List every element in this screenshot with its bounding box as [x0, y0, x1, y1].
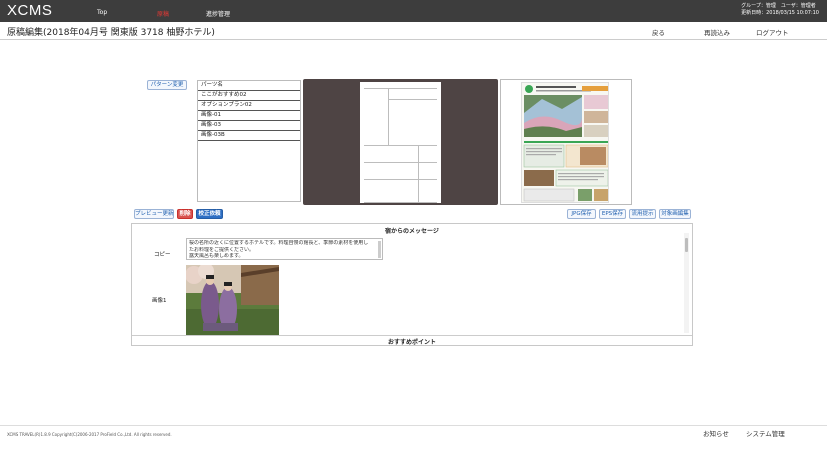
page-title: 原稿編集(2018年04月号 関東版 3718 柚野ホテル) — [7, 28, 215, 38]
target-edit-button[interactable]: 対象画編集 — [659, 209, 691, 219]
proofread-request-button[interactable]: 校正依頼 — [196, 209, 223, 219]
update-preview-button[interactable]: プレビュー更新 — [134, 209, 174, 219]
layout-divider — [364, 145, 437, 146]
logout-link[interactable]: ログアウト — [756, 27, 789, 37]
layout-divider — [388, 99, 437, 100]
layout-sheet[interactable] — [360, 82, 441, 203]
nav-top[interactable]: Top — [97, 9, 107, 16]
reload-link[interactable]: 再読込み — [704, 27, 730, 37]
back-link[interactable]: 戻る — [652, 27, 665, 37]
layout-divider — [364, 162, 437, 163]
pattern-change-button[interactable]: パターン変更 — [147, 80, 187, 90]
copy-text-line: 桜の名所の近くに位置するホテルです。料理自慢の館長と、季節の素材を使用し — [189, 240, 369, 246]
section-title: 宿からのメッセージ — [385, 228, 439, 235]
page-thumbnail-graphic — [522, 83, 608, 202]
copyright-text: XCMS TRAVEL(R)1.8.9 Copyright(C)2006-201… — [7, 432, 172, 437]
parts-item[interactable]: オプションプラン02 — [198, 101, 300, 111]
section-divider — [132, 335, 692, 336]
parts-list: パーツ名 ここがおすすめ02 オプションプラン02 画像-01 画像-03 画像… — [197, 80, 301, 202]
system-admin-link[interactable]: システム管理 — [746, 428, 785, 438]
delete-button[interactable]: 削除 — [177, 209, 193, 219]
page-thumbnail[interactable] — [521, 82, 609, 203]
layout-divider — [364, 88, 437, 89]
layout-divider — [418, 146, 419, 202]
nav-genko[interactable]: 原稿 — [157, 9, 169, 18]
updated-at-line: 更新日時：2018/03/15 10:07:10 — [741, 10, 819, 16]
layout-divider — [388, 89, 389, 145]
nav-shinchoku[interactable]: 進捗管理 — [206, 9, 230, 18]
image-label: 画像1 — [152, 298, 167, 304]
panel-scrollbar-thumb[interactable] — [685, 238, 688, 252]
save-jpg-button[interactable]: JPG保存 — [567, 209, 596, 219]
top-bar: XCMS Top 原稿 進捗管理 グループ：管理 ユーザ：管理者 更新日時：20… — [0, 0, 827, 22]
copy-textarea[interactable]: 桜の名所の近くに位置するホテルです。料理自慢の館長と、季節の素材を使用し たお料… — [186, 238, 383, 260]
notice-link[interactable]: お知らせ — [703, 428, 729, 438]
reuse-button[interactable]: 流用提示 — [629, 209, 656, 219]
photo-graphic — [186, 265, 279, 335]
copy-label: コピー — [154, 252, 171, 258]
copy-scrollbar[interactable] — [378, 241, 381, 258]
layout-preview-panel — [303, 79, 498, 205]
parts-item[interactable]: 画像-03B — [198, 131, 300, 141]
parts-item[interactable]: 画像-01 — [198, 111, 300, 121]
footer-divider — [0, 425, 827, 426]
image-photo[interactable] — [186, 265, 279, 335]
parts-list-header: パーツ名 — [198, 81, 300, 91]
content-edit-panel: 宿からのメッセージ コピー 桜の名所の近くに位置するホテルです。料理自慢の館長と… — [131, 223, 693, 346]
parts-item[interactable]: ここがおすすめ02 — [198, 91, 300, 101]
layout-divider — [364, 202, 437, 203]
parts-item[interactable]: 画像-03 — [198, 121, 300, 131]
layout-divider — [364, 179, 437, 180]
title-bar: 原稿編集(2018年04月号 関東版 3718 柚野ホテル) 戻る 再読込み ロ… — [0, 22, 827, 40]
save-eps-button[interactable]: EPS保存 — [599, 209, 626, 219]
app-logo: XCMS — [7, 2, 53, 19]
section-title: おすすめポイント — [387, 339, 436, 346]
copy-text-line: 露天風呂も楽しめます。 — [189, 253, 244, 259]
user-info: グループ：管理 ユーザ：管理者 更新日時：2018/03/15 10:07:10 — [741, 3, 819, 17]
page-image-preview — [500, 79, 632, 205]
user-group-line: グループ：管理 ユーザ：管理者 — [741, 3, 816, 9]
